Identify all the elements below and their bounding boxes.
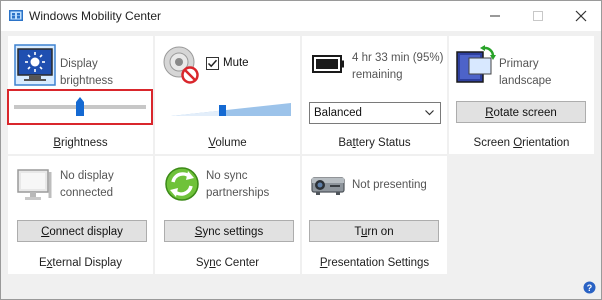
rotate-screen-button[interactable]: Rotate screen [456, 101, 586, 123]
power-plan-value: Balanced [314, 107, 362, 119]
mobility-center-window: Windows Mobility Center Display brightne… [0, 0, 602, 300]
external-display-label: External Display [38, 257, 123, 269]
battery-icon[interactable] [308, 44, 350, 86]
volume-slider[interactable] [171, 97, 291, 121]
presentation-settings-label: Presentation Settings [319, 257, 430, 269]
sync-center-tile: No sync partnerships Sync settings Sync … [155, 156, 300, 274]
rotate-display-icon[interactable] [455, 44, 497, 86]
brightness-slider[interactable] [14, 93, 146, 121]
sync-settings-button[interactable]: Sync settings [164, 220, 294, 242]
brightness-label: Brightness [53, 137, 108, 149]
turn-on-button[interactable]: Turn on [309, 220, 439, 242]
sync-icon[interactable] [161, 164, 203, 206]
svg-text:?: ? [587, 283, 593, 293]
battery-remaining-label: remaining [352, 69, 403, 81]
connect-display-button[interactable]: Connect display [17, 220, 147, 242]
display-brightness-icon[interactable] [14, 44, 56, 86]
monitor-icon[interactable] [14, 164, 56, 206]
app-icon [9, 10, 23, 21]
sync-status-line1: No sync [206, 170, 248, 182]
screen-orientation-label: Screen Orientation [473, 137, 570, 149]
brightness-tile: Display brightness Brightness [7, 36, 153, 154]
minimize-button[interactable] [475, 1, 515, 31]
external-display-status-line1: No display [60, 170, 114, 182]
presentation-settings-tile: Not presenting Turn on Presentation Sett… [302, 156, 447, 274]
title-bar: Windows Mobility Center [1, 1, 601, 31]
chevron-down-icon [425, 110, 434, 116]
maximize-icon [533, 11, 543, 21]
volume-label: Volume [208, 137, 247, 149]
minimize-icon [490, 15, 500, 17]
maximize-button[interactable] [518, 1, 558, 31]
speaker-muted-icon[interactable] [161, 44, 203, 86]
battery-tile: 4 hr 33 min (95%) remaining Balanced Bat… [302, 36, 447, 154]
screen-orientation-tile: Primary landscape Rotate screen Screen O… [449, 36, 594, 154]
close-button[interactable] [561, 1, 601, 31]
mute-label: Mute [223, 57, 249, 69]
projector-icon[interactable] [308, 164, 350, 206]
orientation-status: Primary landscape [499, 58, 552, 87]
sync-center-label: Sync Center [195, 257, 260, 269]
mute-checkbox[interactable] [206, 57, 219, 70]
external-display-status-line2: connected [60, 187, 114, 199]
close-icon [575, 10, 587, 22]
power-plan-select[interactable]: Balanced [309, 102, 441, 124]
volume-tile: Mute Volume [155, 36, 300, 154]
presentation-status: Not presenting [352, 179, 427, 191]
sync-status-line2: partnerships [206, 187, 270, 199]
window-title: Windows Mobility Center [29, 9, 162, 23]
brightness-status: Display brightness [60, 58, 114, 87]
external-display-tile: No display connected Connect display Ext… [8, 156, 153, 274]
help-icon[interactable]: ? [583, 281, 596, 294]
battery-time-remaining: 4 hr 33 min (95%) [352, 52, 444, 64]
battery-status-label: Battery Status [338, 137, 411, 149]
